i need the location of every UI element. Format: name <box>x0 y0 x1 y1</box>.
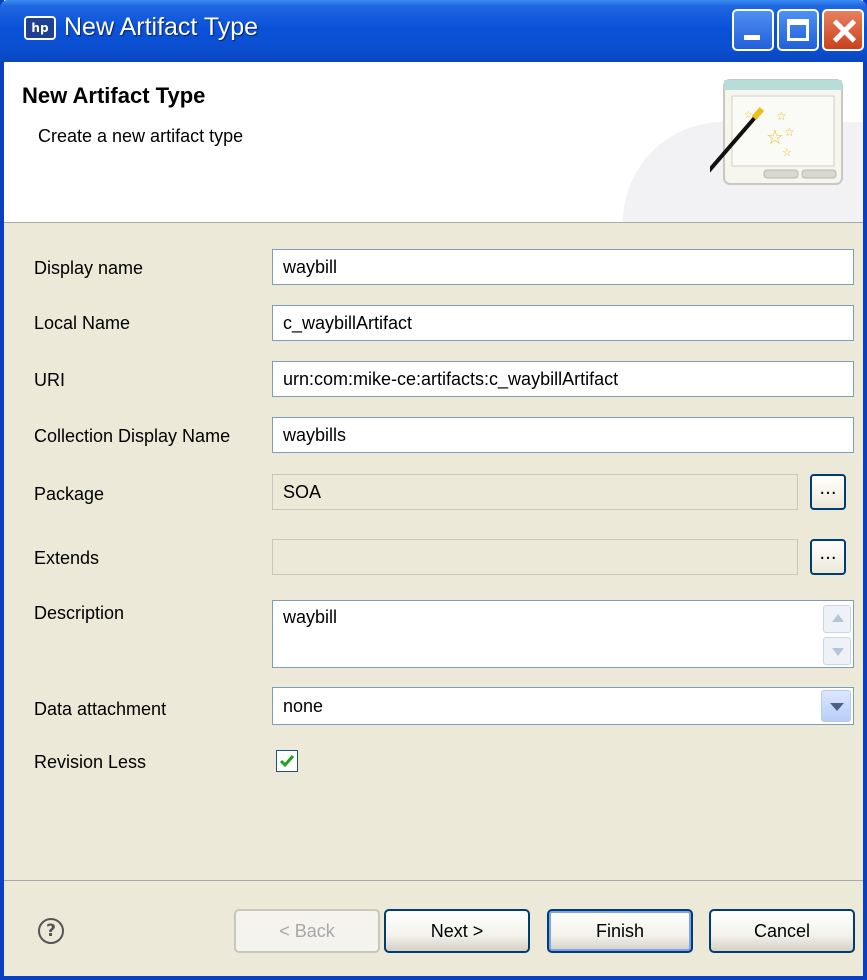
next-button[interactable]: Next > <box>384 909 530 953</box>
package-input: SOA <box>272 474 798 510</box>
title-bar[interactable]: hp New Artifact Type <box>0 0 867 62</box>
svg-text:☆: ☆ <box>784 125 795 139</box>
package-browse-button[interactable]: ... <box>810 474 846 510</box>
artifact-form: Display name waybill Local Name c_waybil… <box>4 223 863 883</box>
extends-label: Extends <box>34 548 100 568</box>
display-name-input[interactable]: waybill <box>272 249 854 285</box>
description-textarea[interactable]: waybill <box>272 600 854 668</box>
display-name-label: Display name <box>34 258 144 278</box>
checkmark-icon <box>279 755 295 768</box>
minimize-button[interactable] <box>732 9 774 51</box>
wizard-wand-icon: ☆ ☆ ☆ ☆ ☆ <box>710 79 843 185</box>
svg-text:☆: ☆ <box>776 109 787 123</box>
window-title: New Artifact Type <box>64 13 259 41</box>
collection-display-name-input[interactable]: waybills <box>272 417 854 453</box>
local-name-input[interactable]: c_waybillArtifact <box>272 305 854 341</box>
revision-less-label: Revision Less <box>34 752 147 772</box>
svg-text:☆: ☆ <box>782 146 792 159</box>
page-title: New Artifact Type <box>22 83 206 108</box>
uri-input[interactable]: urn:com:mike-ce:artifacts:c_waybillArtif… <box>272 361 854 397</box>
collection-display-name-label: Collection Display Name <box>34 426 231 446</box>
data-attachment-select[interactable]: none <box>272 687 854 725</box>
wizard-header: New Artifact Type Create a new artifact … <box>4 62 863 223</box>
package-label: Package <box>34 484 105 504</box>
scroll-down-arrow-icon[interactable] <box>823 637 851 665</box>
chevron-down-icon[interactable] <box>821 690 851 722</box>
dialog-window: hp New Artifact Type New Artifact Type C… <box>0 0 867 980</box>
extends-browse-button[interactable]: ... <box>810 539 846 575</box>
scroll-up-arrow-icon[interactable] <box>823 605 851 633</box>
svg-text:☆: ☆ <box>744 110 753 121</box>
page-subtitle: Create a new artifact type <box>38 126 244 146</box>
close-button[interactable] <box>822 9 864 51</box>
back-button[interactable]: < Back <box>234 909 380 953</box>
data-attachment-value: none <box>283 696 324 716</box>
description-label: Description <box>34 603 125 623</box>
cancel-button[interactable]: Cancel <box>709 909 855 953</box>
maximize-button[interactable] <box>777 9 819 51</box>
footer-divider <box>4 880 863 881</box>
help-icon[interactable]: ? <box>38 918 64 944</box>
revision-less-checkbox[interactable] <box>276 750 298 772</box>
data-attachment-label: Data attachment <box>34 699 167 719</box>
finish-button[interactable]: Finish <box>547 909 693 953</box>
hp-app-icon: hp <box>24 16 56 40</box>
local-name-label: Local Name <box>34 313 131 333</box>
description-text: waybill <box>283 607 338 627</box>
extends-input <box>272 539 798 575</box>
uri-label: URI <box>34 370 65 390</box>
